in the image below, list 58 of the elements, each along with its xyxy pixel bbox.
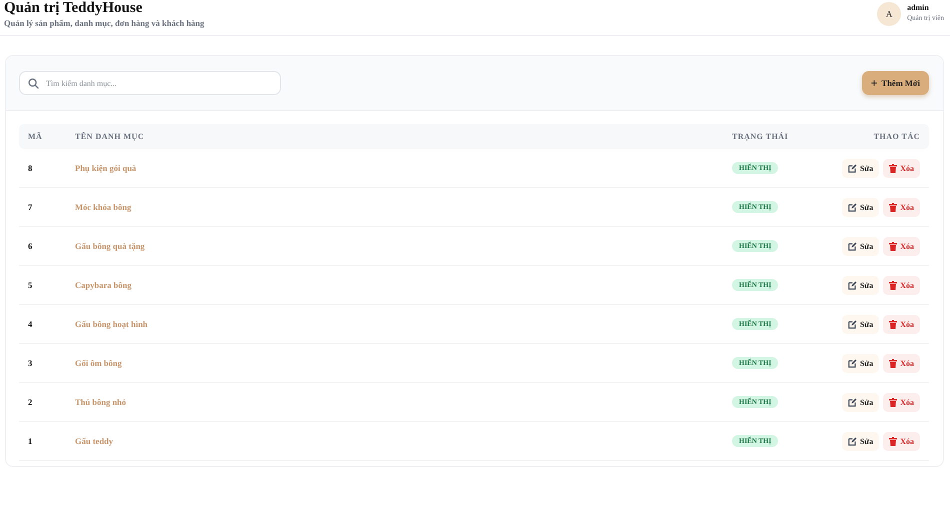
column-header: TRẠNG THÁI — [732, 132, 790, 141]
edit-button[interactable]: Sửa — [842, 158, 880, 178]
delete-button[interactable]: Xóa — [883, 198, 920, 216]
edit-icon — [848, 242, 857, 250]
id-cell-text: 1 — [28, 436, 34, 446]
trash-icon — [889, 436, 898, 446]
id-cell-text: 3 — [28, 358, 34, 368]
category-name: Gấu bông hoạt hình — [75, 319, 149, 329]
delete-button[interactable]: Xóa — [883, 354, 920, 372]
category-name: Gấu bông quà tặng — [75, 241, 146, 251]
edit-button[interactable]: Sửa — [842, 314, 880, 334]
delete-button[interactable]: Xóa — [883, 276, 920, 294]
trash-icon — [889, 358, 898, 368]
id-cell-text: 6 — [28, 241, 34, 251]
id-cell-text: 2 — [28, 397, 34, 407]
edit-icon — [848, 280, 857, 290]
id-cell-text: 7 — [28, 202, 34, 212]
page-title: Quản trị TeddyHouse — [4, 0, 144, 16]
edit-button[interactable]: Sửa — [842, 354, 880, 372]
edit-icon — [848, 398, 857, 406]
delete-button[interactable]: Xóa — [883, 158, 920, 178]
edit-button[interactable]: Sửa — [842, 392, 880, 412]
edit-button[interactable]: Sửa — [842, 276, 880, 294]
trash-icon — [889, 164, 898, 172]
category-name: Móc khóa bông — [75, 202, 132, 212]
category-name: Gối ôm bông — [75, 358, 123, 368]
category-name: Phụ kiện gói quà — [75, 163, 138, 173]
id-cell-text: 4 — [28, 319, 34, 329]
column-header: TÊN DANH MỤC — [75, 132, 146, 141]
column-header: MÃ — [28, 132, 44, 141]
edit-button[interactable]: Sửa — [842, 198, 880, 216]
category-name: Thú bông nhỏ — [75, 397, 128, 407]
category-name: Gấu teddy — [75, 436, 114, 446]
edit-button[interactable]: Sửa — [842, 432, 880, 450]
edit-icon — [848, 436, 857, 446]
edit-icon — [848, 202, 857, 212]
trash-icon — [889, 242, 898, 250]
id-cell-text: 8 — [28, 163, 34, 173]
category-name: Capybara bông — [75, 280, 132, 290]
delete-button[interactable]: Xóa — [883, 236, 920, 256]
delete-button[interactable]: Xóa — [883, 314, 920, 334]
edit-icon — [848, 358, 857, 368]
search-field[interactable]: Tìm kiếm danh mục... — [19, 71, 281, 95]
trash-icon — [889, 398, 898, 406]
trash-icon — [889, 320, 898, 328]
trash-icon — [889, 202, 898, 212]
trash-icon — [889, 280, 898, 290]
add-new-button[interactable]: + Thêm Mới — [862, 71, 929, 95]
edit-button[interactable]: Sửa — [842, 236, 880, 256]
edit-icon — [848, 164, 857, 172]
column-header: THAO TÁC — [872, 132, 920, 141]
edit-icon — [848, 320, 857, 328]
delete-button[interactable]: Xóa — [883, 392, 920, 412]
user-avatar[interactable]: A — [877, 2, 902, 26]
user-name: admin — [907, 2, 930, 14]
page-subtitle: Quản lý sản phẩm, danh mục, đơn hàng và khách hàng — [4, 18, 204, 28]
delete-button[interactable]: Xóa — [883, 432, 920, 450]
id-cell-text: 5 — [28, 280, 34, 290]
